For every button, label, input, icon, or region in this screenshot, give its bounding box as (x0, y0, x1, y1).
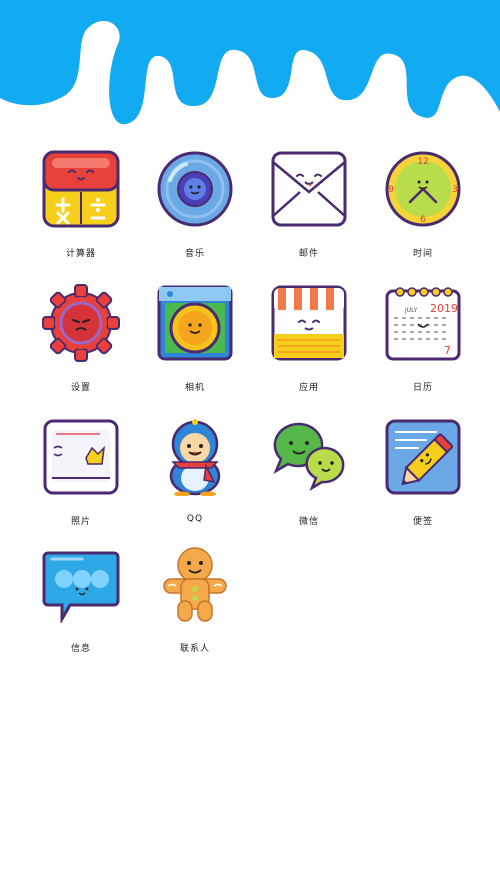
wechat-bubbles-icon (273, 422, 345, 491)
photo-icon (43, 419, 119, 495)
app-label: 音乐 (184, 249, 205, 259)
message-bubble-icon (42, 551, 120, 623)
app-label: 便签 (412, 517, 433, 527)
app-messages[interactable]: 信息 (31, 545, 131, 665)
app-label: 日历 (412, 383, 433, 393)
calculator-icon (42, 150, 120, 228)
app-music[interactable]: 音乐 (145, 150, 245, 270)
app-label: 应用 (298, 383, 319, 393)
app-contacts[interactable]: 联系人 (145, 545, 245, 665)
mail-envelope-icon (271, 151, 347, 227)
app-photos[interactable]: 照片 (31, 418, 131, 538)
wave-header (0, 0, 500, 125)
app-store[interactable]: 应用 (259, 284, 359, 404)
app-settings[interactable]: 设置 (31, 284, 131, 404)
calendar-icon: JULY 2019 7 (385, 287, 461, 361)
app-label: 联系人 (179, 644, 210, 654)
app-wechat[interactable]: 微信 (259, 418, 359, 538)
notes-pencil-icon (385, 419, 461, 495)
app-label: 计算器 (65, 249, 96, 259)
music-disc-icon (157, 151, 233, 227)
app-label: 时间 (412, 249, 433, 259)
app-camera[interactable]: 相机 (145, 284, 245, 404)
app-label: 相机 (184, 383, 205, 393)
app-calendar[interactable]: JULY 2019 7 日历 (373, 284, 473, 404)
app-label: 微信 (298, 517, 319, 527)
qq-penguin-icon (169, 419, 221, 496)
app-label: 照片 (70, 517, 91, 527)
app-label: 设置 (70, 383, 91, 393)
camera-icon (157, 285, 233, 361)
clock-number-3: 3 (452, 185, 458, 195)
app-calculator[interactable]: 计算器 (31, 150, 131, 270)
store-icon (271, 285, 347, 361)
calendar-day: 7 (444, 344, 451, 357)
gingerbread-icon (163, 547, 227, 622)
calendar-year: 2019 (430, 302, 458, 315)
app-mail[interactable]: 邮件 (259, 150, 359, 270)
app-clock[interactable]: 12 3 6 9 时间 (373, 150, 473, 270)
app-label: 信息 (70, 644, 91, 654)
clock-icon: 12 3 6 9 (385, 151, 461, 227)
gear-icon (42, 284, 120, 362)
clock-number-9: 9 (388, 185, 394, 195)
clock-number-12: 12 (417, 157, 428, 167)
clock-number-6: 6 (420, 215, 426, 225)
app-label: QQ (186, 514, 204, 524)
app-label: 邮件 (298, 249, 319, 259)
app-notes[interactable]: 便签 (373, 418, 473, 538)
calendar-month: JULY (404, 307, 418, 314)
app-qq[interactable]: QQ (145, 418, 245, 538)
